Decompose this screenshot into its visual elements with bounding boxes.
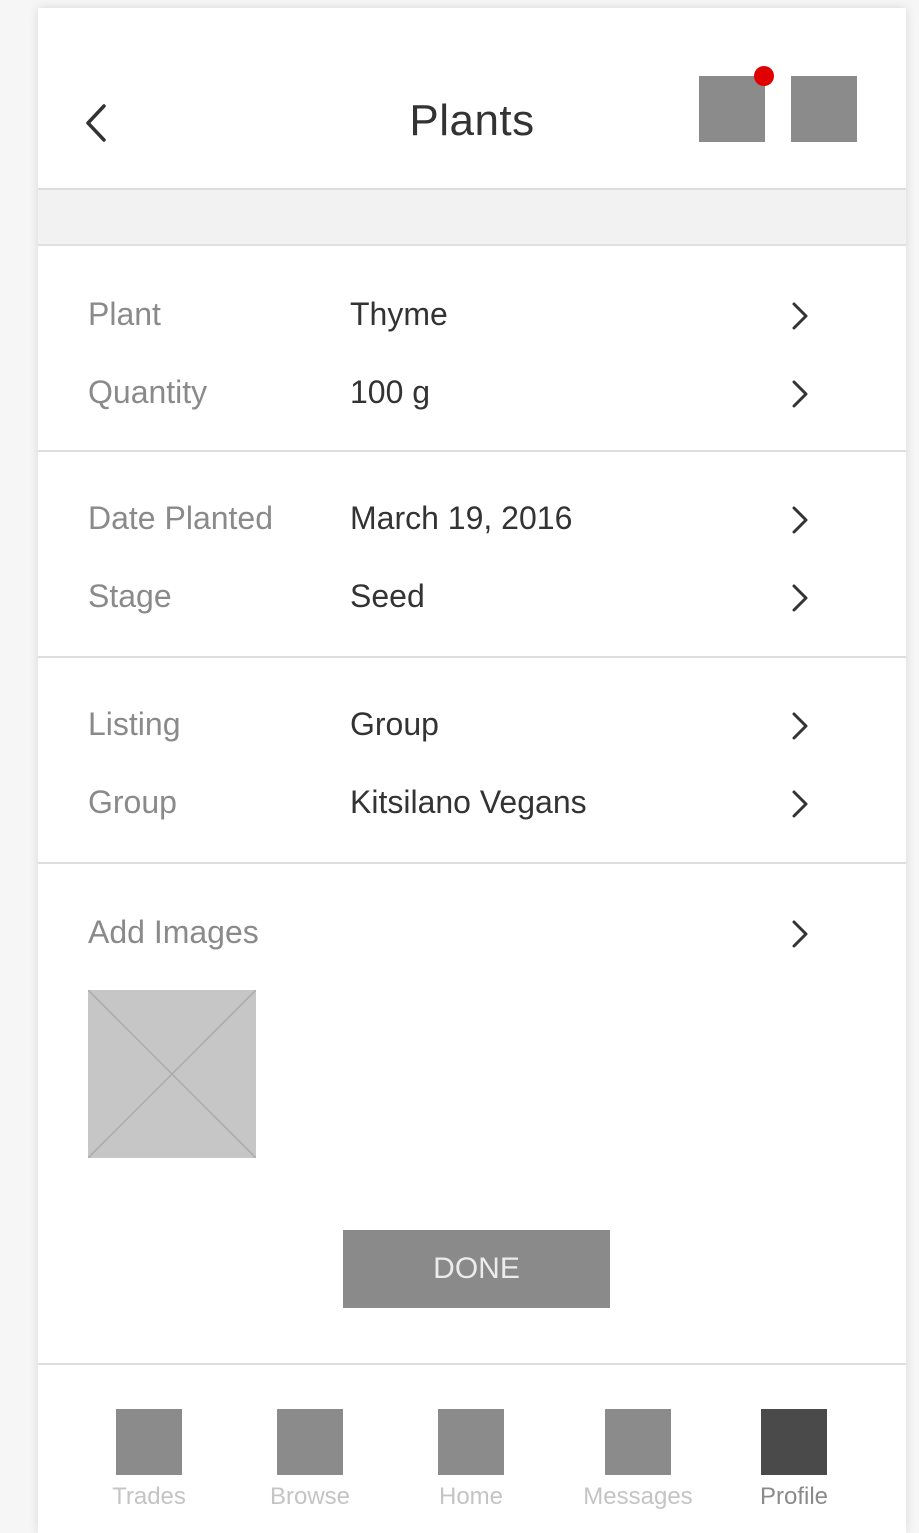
plant-form-screen: Plants Plant Thyme Quantity 100 g Date P… — [38, 8, 906, 1533]
tab-messages[interactable]: Messages — [568, 1409, 708, 1519]
app-header: Plants — [38, 8, 906, 190]
tab-label: Profile — [759, 1483, 829, 1510]
image-thumbnail[interactable] — [87, 989, 257, 1159]
listing-section: Listing Group Group Kitsilano Vegans — [38, 658, 906, 864]
planting-section: Date Planted March 19, 2016 Stage Seed — [38, 452, 906, 658]
notifications-button[interactable] — [699, 76, 765, 142]
listing-row[interactable]: Listing Group — [38, 696, 906, 756]
page-title: Plants — [409, 96, 535, 145]
tab-label: Trades — [112, 1483, 186, 1510]
chevron-right-icon — [792, 790, 808, 818]
date-planted-label: Date Planted — [88, 500, 274, 536]
quantity-row[interactable]: Quantity 100 g — [38, 364, 906, 424]
chevron-right-icon — [792, 920, 808, 948]
quantity-value: 100 g — [350, 374, 431, 410]
tab-label: Browse — [269, 1483, 351, 1510]
chevron-right-icon — [792, 506, 808, 534]
quantity-label: Quantity — [88, 374, 208, 410]
tab-profile[interactable]: Profile — [724, 1409, 864, 1519]
tab-label: Messages — [583, 1483, 693, 1510]
chevron-right-icon — [792, 584, 808, 612]
chevron-right-icon — [792, 380, 808, 408]
stage-label: Stage — [88, 578, 172, 614]
profile-icon — [761, 1409, 827, 1475]
menu-button[interactable] — [791, 76, 857, 142]
messages-icon — [605, 1409, 671, 1475]
add-images-row[interactable]: Add Images — [38, 904, 906, 964]
stage-value: Seed — [350, 578, 425, 614]
plant-value: Thyme — [350, 296, 448, 332]
tab-label: Home — [438, 1483, 504, 1510]
listing-value: Group — [350, 706, 439, 742]
add-images-label: Add Images — [88, 914, 259, 950]
notification-badge — [754, 66, 774, 86]
browse-icon — [277, 1409, 343, 1475]
plant-section: Plant Thyme Quantity 100 g — [38, 246, 906, 452]
listing-label: Listing — [88, 706, 181, 742]
date-planted-row[interactable]: Date Planted March 19, 2016 — [38, 490, 906, 550]
stage-row[interactable]: Stage Seed — [38, 568, 906, 628]
chevron-right-icon — [792, 712, 808, 740]
group-label: Group — [88, 784, 177, 820]
group-value: Kitsilano Vegans — [350, 784, 587, 820]
trades-icon — [116, 1409, 182, 1475]
done-button[interactable]: DONE — [343, 1230, 610, 1308]
chevron-right-icon — [792, 302, 808, 330]
plant-row[interactable]: Plant Thyme — [38, 286, 906, 346]
group-row[interactable]: Group Kitsilano Vegans — [38, 774, 906, 834]
home-icon — [438, 1409, 504, 1475]
plant-label: Plant — [88, 296, 161, 332]
tab-browse[interactable]: Browse — [240, 1409, 380, 1519]
image-placeholder-icon — [87, 989, 257, 1159]
bottom-tab-bar: Trades Browse Home Messages Profile — [38, 1363, 906, 1533]
tab-trades[interactable]: Trades — [79, 1409, 219, 1519]
date-planted-value: March 19, 2016 — [350, 500, 573, 536]
tab-home[interactable]: Home — [401, 1409, 541, 1519]
header-spacer — [38, 190, 906, 246]
